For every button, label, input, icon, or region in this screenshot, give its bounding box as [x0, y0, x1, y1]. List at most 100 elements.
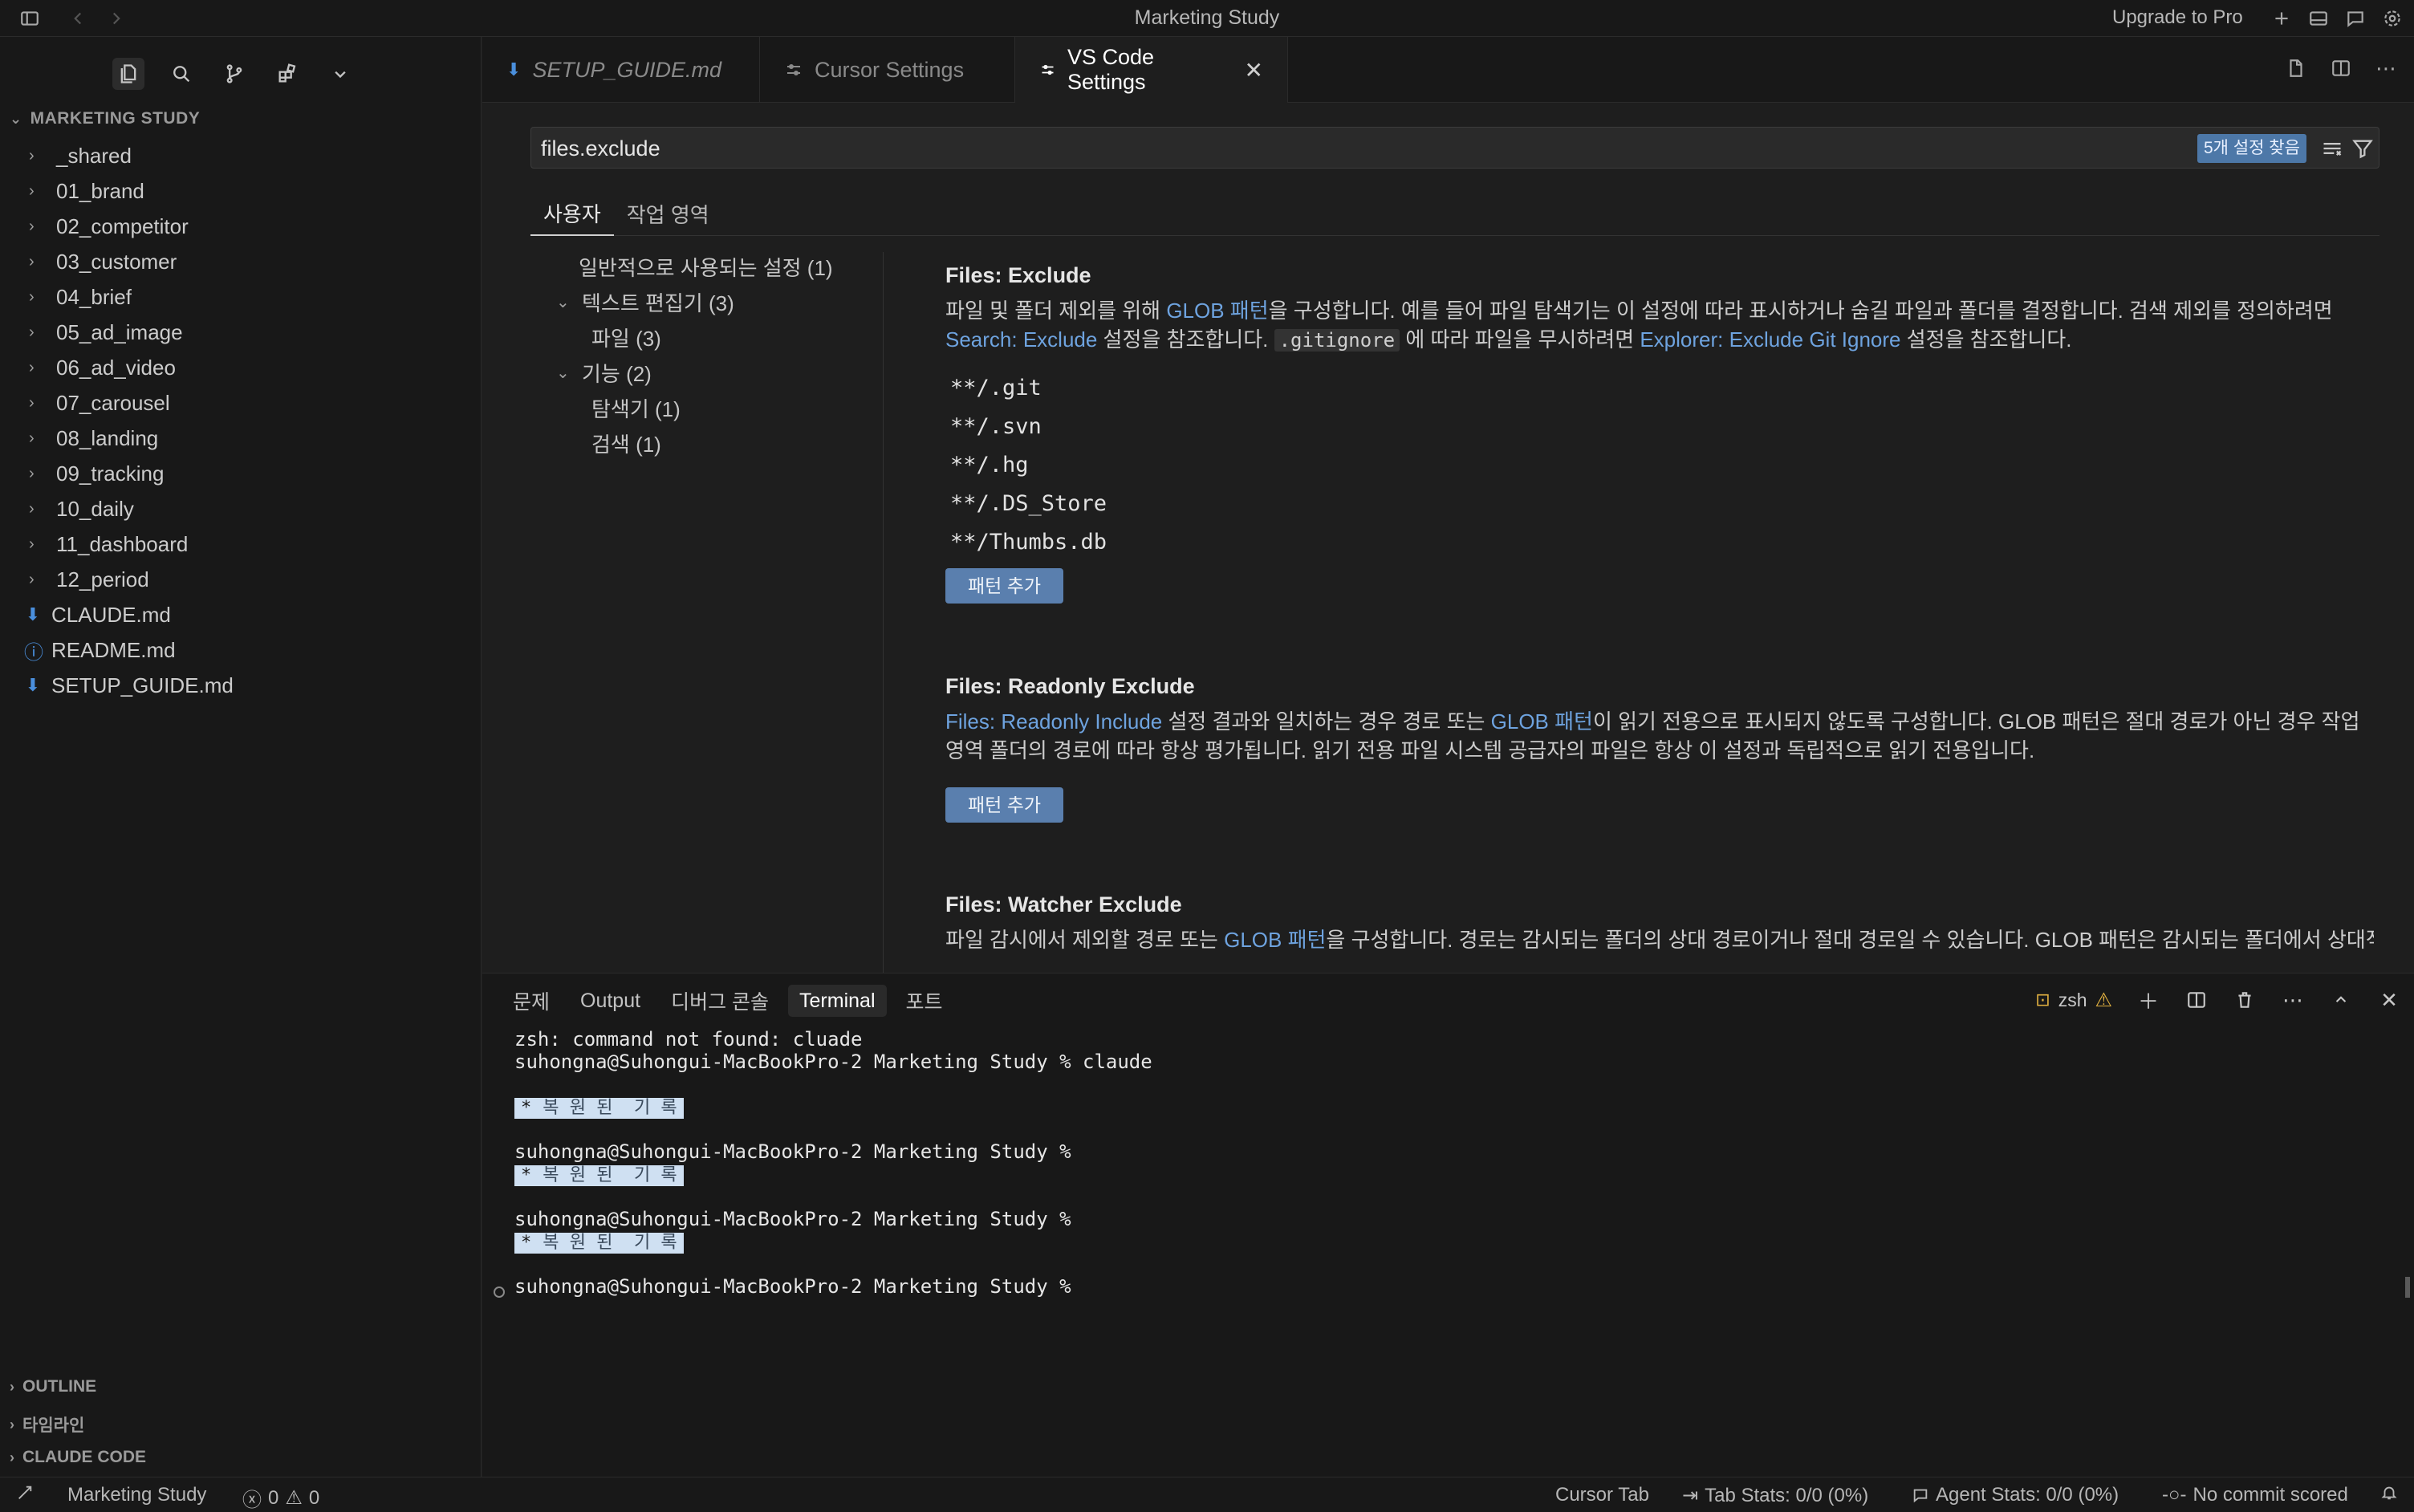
new-icon[interactable] — [2268, 5, 2295, 32]
commit-status[interactable]: -○- No commit scored — [2162, 1484, 2348, 1506]
terminal-status-dot-icon — [494, 1286, 505, 1298]
tab-stats[interactable]: ⇥ Tab Stats: 0/0 (0%) — [1682, 1484, 1868, 1507]
source-control-icon[interactable] — [218, 58, 250, 90]
tree-folder[interactable]: › 11_dashboard — [0, 526, 482, 562]
restored-label: 복 원 된 기 록 — [543, 1233, 677, 1253]
chevron-right-icon: › — [29, 287, 35, 306]
filter-icon[interactable] — [2350, 136, 2375, 161]
glob-pattern-link[interactable]: GLOB 패턴 — [1224, 928, 1326, 952]
toggle-panel-icon[interactable] — [2305, 5, 2332, 32]
toc-files[interactable]: 파일 (3) — [591, 323, 661, 352]
terminal-shell-selector[interactable]: ⊡ zsh ⚠ — [2035, 989, 2112, 1012]
pattern-item[interactable]: **/.hg — [945, 446, 2374, 485]
toc-text-editor[interactable]: ⌄ 텍스트 편집기 (3) — [556, 287, 734, 317]
more-actions-icon[interactable]: ⋯ — [2374, 56, 2398, 80]
settings-search-input[interactable] — [541, 132, 1985, 165]
toc-features[interactable]: ⌄ 기능 (2) — [556, 358, 652, 388]
glob-pattern-link[interactable]: GLOB 패턴 — [1166, 299, 1268, 323]
settings-search-box[interactable]: 5개 설정 찾음 — [530, 127, 2379, 169]
open-settings-json-icon[interactable] — [2284, 56, 2308, 80]
new-terminal-icon[interactable]: ＋ — [2136, 988, 2160, 1014]
gear-icon[interactable] — [2379, 5, 2406, 32]
maximize-panel-icon[interactable] — [2329, 988, 2353, 1012]
chat-icon[interactable] — [2342, 5, 2369, 32]
search-exclude-link[interactable]: Search: Exclude — [945, 327, 1097, 352]
toc-explorer[interactable]: 탐색기 (1) — [591, 393, 681, 423]
chevron-right-icon: › — [29, 464, 35, 482]
tree-item-label: 01_brand — [56, 178, 144, 203]
clear-filter-icon[interactable] — [2319, 136, 2345, 161]
remote-icon[interactable] — [16, 1484, 34, 1502]
tab-problems[interactable]: 문제 — [502, 985, 561, 1017]
tree-folder[interactable]: › 03_customer — [0, 244, 482, 279]
tab-debug-console[interactable]: 디버그 콘솔 — [660, 985, 780, 1017]
close-icon[interactable]: ✕ — [1245, 57, 1263, 83]
restored-history-badge: * 복 원 된 기 록 — [514, 1233, 684, 1254]
chevron-right-icon: › — [29, 323, 35, 341]
chevron-right-icon: › — [29, 358, 35, 376]
activity-toolbar — [112, 58, 356, 90]
tree-file[interactable]: ⬇ CLAUDE.md — [0, 597, 482, 632]
explorer-header[interactable]: ⌄ MARKETING STUDY — [10, 109, 200, 128]
upgrade-to-pro-link[interactable]: Upgrade to Pro — [2112, 6, 2243, 29]
close-icon[interactable]: ✕ — [2377, 988, 2401, 1012]
search-icon[interactable] — [165, 58, 197, 90]
sidebar: ⌄ MARKETING STUDY › _shared › 01_brand › 02_c… — [0, 37, 482, 1477]
split-editor-icon[interactable] — [2329, 56, 2353, 80]
pattern-item[interactable]: **/.DS_Store — [945, 485, 2374, 523]
workspace-name[interactable]: Marketing Study — [67, 1484, 206, 1506]
error-count: 0 — [268, 1486, 279, 1509]
explorer-exclude-git-ignore-link[interactable]: Explorer: Exclude Git Ignore — [1640, 327, 1900, 352]
tab-user[interactable]: 사용자 — [530, 191, 614, 236]
restored-star: * — [521, 1233, 532, 1253]
agent-stats[interactable]: Agent Stats: 0/0 (0%) — [1912, 1484, 2119, 1506]
tree-folder[interactable]: › 12_period — [0, 562, 482, 597]
trash-icon[interactable] — [2233, 988, 2257, 1012]
tree-folder[interactable]: › 05_ad_image — [0, 315, 482, 350]
tree-folder[interactable]: › 09_tracking — [0, 456, 482, 491]
bell-icon[interactable] — [2380, 1484, 2398, 1502]
toc-label: 검색 (1) — [591, 433, 661, 457]
tree-folder[interactable]: › 06_ad_video — [0, 350, 482, 385]
toc-common[interactable]: 일반적으로 사용되는 설정 (1) — [579, 252, 833, 282]
terminal-scrollbar[interactable] — [2405, 1277, 2410, 1298]
explorer-icon[interactable] — [112, 58, 144, 90]
extensions-icon[interactable] — [271, 58, 303, 90]
pattern-item[interactable]: **/.git — [945, 369, 2374, 408]
pattern-item[interactable]: **/.svn — [945, 408, 2374, 446]
tab-ports[interactable]: 포트 — [895, 985, 954, 1017]
tab-terminal[interactable]: Terminal — [788, 985, 887, 1017]
tree-folder[interactable]: › 01_brand — [0, 173, 482, 209]
toc-search[interactable]: 검색 (1) — [591, 429, 661, 458]
chevron-down-icon[interactable] — [324, 58, 356, 90]
problems-indicator[interactable]: ⓧ 0 ⚠ 0 — [242, 1484, 319, 1512]
tree-folder[interactable]: › 02_competitor — [0, 209, 482, 244]
restored-history-line: * 복 원 된 기 록 — [514, 1095, 2384, 1119]
tab-cursor-settings[interactable]: Cursor Settings — [760, 37, 1015, 103]
tab-label: SETUP_GUIDE.md — [532, 57, 721, 82]
tab-output[interactable]: Output — [569, 985, 652, 1017]
tab-vscode-settings[interactable]: VS Code Settings ✕ — [1015, 37, 1288, 103]
tree-folder[interactable]: › 04_brief — [0, 279, 482, 315]
tree-file[interactable]: ⓘ README.md — [0, 632, 482, 668]
tree-folder[interactable]: › 07_carousel — [0, 385, 482, 421]
claude-code-section[interactable]: › CLAUDE CODE — [10, 1448, 146, 1467]
setting-files-watcher-exclude: Files: Watcher Exclude 파일 감시에서 제외할 경로 또는… — [945, 892, 2374, 954]
add-pattern-button[interactable]: 패턴 추가 — [945, 787, 1064, 823]
glob-pattern-link[interactable]: GLOB 패턴 — [1491, 709, 1593, 734]
cursor-tab-status[interactable]: Cursor Tab — [1555, 1484, 1649, 1506]
tree-folder[interactable]: › 10_daily — [0, 491, 482, 526]
pattern-item[interactable]: **/Thumbs.db — [945, 523, 2374, 562]
outline-section[interactable]: › OUTLINE — [10, 1377, 96, 1396]
tree-file[interactable]: ⬇ SETUP_GUIDE.md — [0, 668, 482, 703]
readonly-include-link[interactable]: Files: Readonly Include — [945, 709, 1162, 734]
tab-workspace[interactable]: 작업 영역 — [614, 191, 722, 236]
more-actions-icon[interactable]: ⋯ — [2281, 988, 2305, 1012]
tree-folder[interactable]: › _shared — [0, 138, 482, 173]
terminal-output[interactable]: zsh: command not found: cluade suhongna@… — [514, 1028, 2384, 1298]
split-terminal-icon[interactable] — [2184, 988, 2209, 1012]
add-pattern-button[interactable]: 패턴 추가 — [945, 568, 1064, 604]
tab-setup-guide[interactable]: ⬇ SETUP_GUIDE.md — [482, 37, 760, 103]
tree-folder[interactable]: › 08_landing — [0, 421, 482, 456]
timeline-section[interactable]: › 타임라인 — [10, 1412, 84, 1437]
